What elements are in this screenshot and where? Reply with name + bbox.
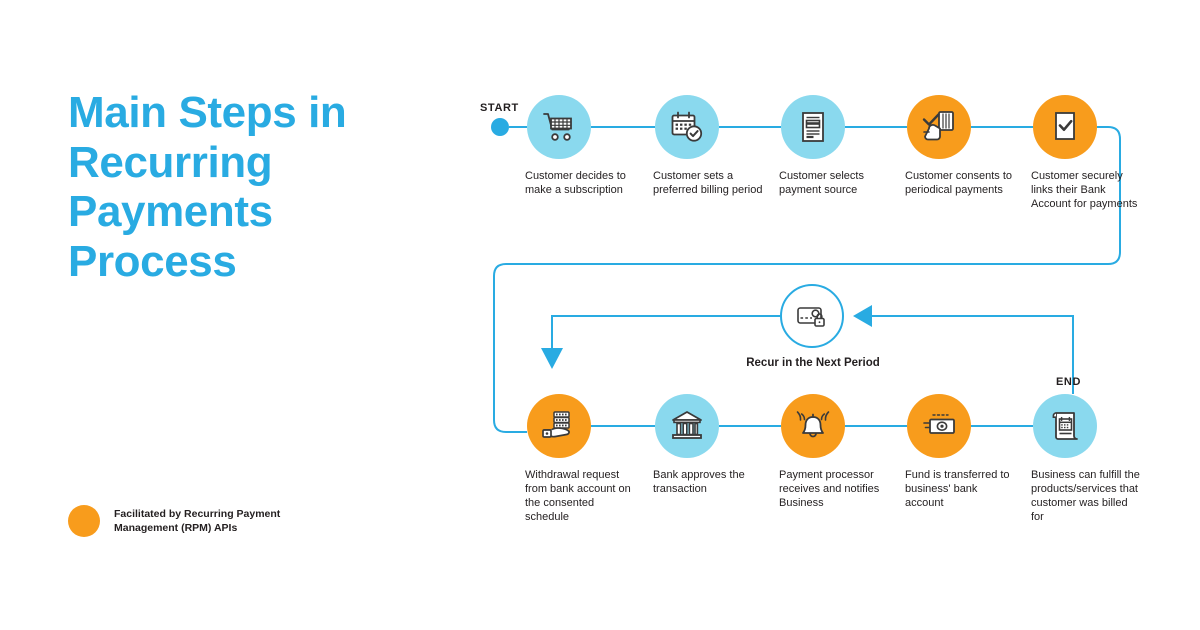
step-caption-5: Customer securely links their Bank Accou… <box>1031 170 1138 211</box>
step-node-3[interactable]: Customer selects payment source <box>779 95 864 196</box>
step-node-6[interactable]: Withdrawal request from bank account on … <box>525 394 631 523</box>
recur-node[interactable] <box>780 284 844 348</box>
step-caption-3: Customer selects payment source <box>779 170 864 197</box>
hand-card-check-icon <box>922 111 954 141</box>
shopping-cart-icon <box>543 113 572 141</box>
start-dot-icon <box>491 118 509 136</box>
step-caption-1: Customer decides to make a subscription <box>525 170 626 197</box>
step-node-5[interactable]: Customer securely links their Bank Accou… <box>1031 95 1137 210</box>
arrow-down-to-bottom-row-icon <box>541 348 563 369</box>
step-node-10[interactable]: Business can fulfill the products/servic… <box>1031 394 1140 523</box>
checklist-approved-icon <box>1055 112 1075 140</box>
infographic-canvas: Main Steps in Recurring Payments Process… <box>0 0 1200 630</box>
step-bubble-1 <box>527 95 591 159</box>
card-lock-icon <box>797 307 825 327</box>
step-caption-9: Fund is transferred to business' bank ac… <box>905 469 1010 510</box>
step-bubble-6 <box>527 394 591 458</box>
arrow-into-recur-icon <box>853 305 872 327</box>
bell-icon <box>796 411 830 438</box>
document-icon <box>802 112 824 142</box>
step-bubble-7 <box>655 394 719 458</box>
step-bubble-4 <box>907 95 971 159</box>
step-caption-10: Business can fulfill the products/servic… <box>1031 469 1140 524</box>
hand-money-icon <box>542 411 570 438</box>
step-bubble-9 <box>907 394 971 458</box>
flow-connectors <box>491 118 1121 433</box>
step-node-4[interactable]: Customer consents to periodical payments <box>905 95 1012 196</box>
step-caption-6: Withdrawal request from bank account on … <box>525 469 631 524</box>
step-node-9[interactable]: Fund is transferred to business' bank ac… <box>905 394 1010 509</box>
end-marker: END <box>1056 376 1082 388</box>
bank-icon <box>672 411 702 439</box>
step-caption-7: Bank approves the transaction <box>653 469 745 496</box>
step-node-1[interactable]: Customer decides to make a subscription <box>525 95 626 196</box>
recur-bubble <box>780 284 844 348</box>
step-node-2[interactable]: Customer sets a preferred billing period <box>653 95 762 196</box>
invoice-scroll-icon <box>1052 412 1078 440</box>
step-caption-4: Customer consents to periodical payments <box>905 170 1012 197</box>
step-bubble-10 <box>1033 394 1097 458</box>
step-caption-2: Customer sets a preferred billing period <box>653 170 763 197</box>
recur-label: Recur in the Next Period <box>746 357 880 369</box>
step-bubble-5 <box>1033 95 1097 159</box>
step-bubble-3 <box>781 95 845 159</box>
banknote-icon <box>923 414 955 434</box>
step-bubble-2 <box>655 95 719 159</box>
step-caption-8: Payment processor receives and notifies … <box>779 469 880 510</box>
step-bubble-8 <box>781 394 845 458</box>
step-node-7[interactable]: Bank approves the transaction <box>653 394 745 495</box>
start-marker: START <box>480 102 519 114</box>
calendar-check-icon <box>671 111 703 142</box>
step-node-8[interactable]: Payment processor receives and notifies … <box>779 394 879 509</box>
